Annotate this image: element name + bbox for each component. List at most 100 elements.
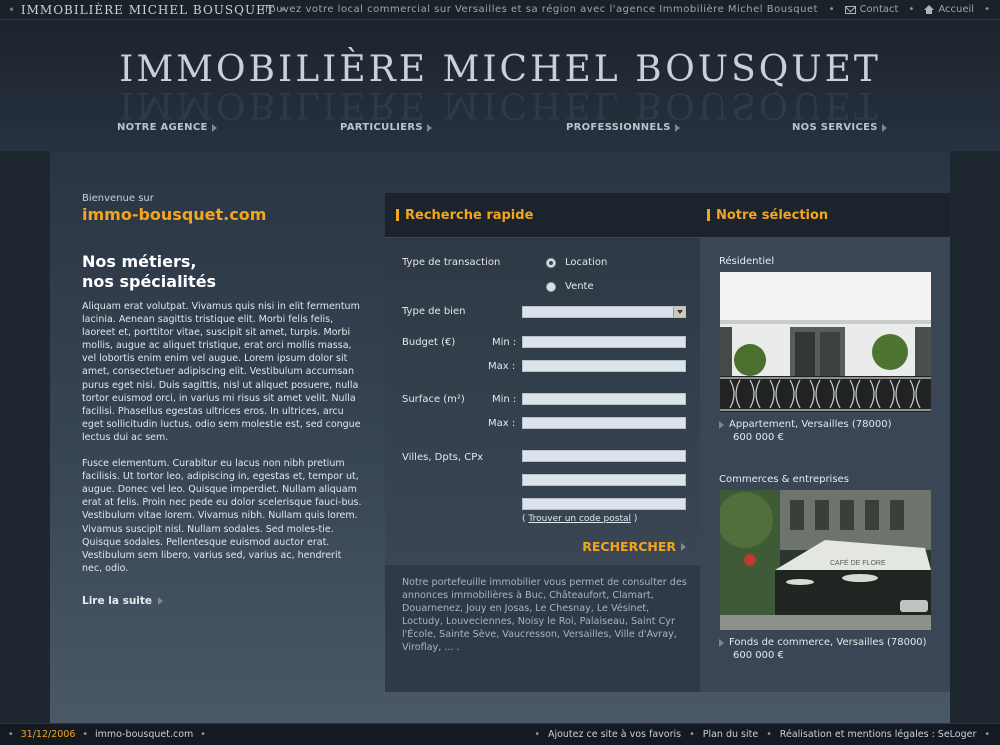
legal-link[interactable]: Réalisation et mentions légales : SeLoge… bbox=[780, 729, 977, 740]
nav-label: NOS SERVICES bbox=[792, 122, 878, 133]
mail-icon bbox=[844, 5, 856, 14]
surface-min-label: Min : bbox=[492, 394, 517, 405]
budget-label: Budget (€) bbox=[402, 337, 456, 348]
arrow-right-icon bbox=[681, 542, 686, 551]
radio-vente[interactable] bbox=[546, 282, 556, 292]
nav-label: PROFESSIONNELS bbox=[566, 122, 671, 133]
intro-paragraph-2: Fusce elementum. Curabitur eu lacus non … bbox=[82, 458, 362, 574]
residential-photo[interactable] bbox=[720, 272, 931, 412]
budget-min-input[interactable] bbox=[522, 336, 686, 348]
portfolio-text: Notre portefeuille immobilier vous perme… bbox=[402, 577, 687, 653]
category-commerces: Commerces & entreprises bbox=[719, 474, 849, 485]
footer-site[interactable]: immo-bousquet.com bbox=[95, 729, 193, 740]
nav-label: PARTICULIERS bbox=[340, 122, 423, 133]
chevron-down-icon bbox=[673, 307, 685, 317]
bullet-icon: • bbox=[766, 729, 772, 740]
property-price: 600 000 € bbox=[733, 432, 784, 443]
bullet-icon: • bbox=[984, 4, 990, 15]
paren-close: ) bbox=[633, 514, 638, 524]
intro-paragraph-1: Aliquam erat volutpat. Vivamus quis nisi… bbox=[82, 301, 361, 443]
nav-label: NOTRE AGENCE bbox=[117, 122, 208, 133]
surface-max-input[interactable] bbox=[522, 417, 686, 429]
budget-max-input[interactable] bbox=[522, 360, 686, 372]
cafe-sign-text: CAFÉ DE FLORE bbox=[830, 558, 886, 567]
search-button-label: RECHERCHER bbox=[582, 539, 676, 554]
selection-title: Notre sélection bbox=[716, 207, 829, 223]
building-facade-image bbox=[720, 272, 931, 412]
property-link[interactable]: Fonds de commerce, Versailles (78000) bbox=[719, 636, 927, 649]
property-desc: Appartement, Versailles (78000) bbox=[729, 419, 892, 430]
read-more-link[interactable]: Lire la suite bbox=[82, 595, 362, 607]
home-icon bbox=[924, 5, 935, 14]
nav-notre-agence[interactable]: NOTRE AGENCE bbox=[117, 122, 217, 133]
arrow-right-icon bbox=[211, 123, 217, 132]
favorites-link[interactable]: Ajoutez ce site à vos favoris bbox=[548, 729, 681, 740]
sitemap-link[interactable]: Plan du site bbox=[703, 729, 758, 740]
nav-particuliers[interactable]: PARTICULIERS bbox=[340, 122, 432, 133]
logo-reflection: IMMOBILIÈRE MICHEL BOUSQUET bbox=[119, 91, 881, 125]
accent-bar bbox=[707, 209, 710, 221]
site-name: immo-bousquet.com bbox=[82, 205, 267, 224]
nav-professionnels[interactable]: PROFESSIONNELS bbox=[566, 122, 680, 133]
bullet-icon: • bbox=[8, 729, 14, 740]
contact-label: Contact bbox=[859, 4, 899, 15]
accent-bar bbox=[396, 209, 399, 221]
arrow-right-icon bbox=[719, 420, 724, 429]
postal-code-link-text[interactable]: Trouver un code postal bbox=[528, 514, 631, 524]
property-commerce[interactable]: Fonds de commerce, Versailles (78000) 60… bbox=[719, 636, 927, 662]
heading-line-2: nos spécialités bbox=[82, 272, 217, 291]
postal-code-link[interactable]: ( Trouver un code postal ) bbox=[522, 514, 637, 524]
heading-line-1: Nos métiers, bbox=[82, 252, 197, 271]
bien-select[interactable] bbox=[522, 306, 686, 318]
bullet-icon: • bbox=[828, 4, 835, 15]
radio-location[interactable] bbox=[546, 258, 556, 268]
bullet-icon: • bbox=[984, 729, 990, 740]
nav-nos-services[interactable]: NOS SERVICES bbox=[792, 122, 887, 133]
contact-link[interactable]: Contact bbox=[844, 4, 899, 15]
search-panel-header: Recherche rapide bbox=[385, 193, 700, 238]
bullet-icon: • bbox=[82, 729, 88, 740]
top-brand[interactable]: • IMMOBILIÈRE MICHEL BOUSQUET • bbox=[8, 3, 288, 17]
top-brand-text: IMMOBILIÈRE MICHEL BOUSQUET bbox=[20, 3, 275, 17]
commerce-photo[interactable]: CAFÉ DE FLORE bbox=[720, 490, 931, 630]
surface-max-label: Max : bbox=[488, 418, 516, 429]
selection-panel: Notre sélection Résidentiel Appartement,… bbox=[700, 193, 950, 692]
property-link[interactable]: Appartement, Versailles (78000) bbox=[719, 418, 892, 431]
ville-input-2[interactable] bbox=[522, 474, 686, 486]
footer: • 31/12/2006 • immo-bousquet.com • • Ajo… bbox=[0, 723, 1000, 745]
home-link[interactable]: Accueil bbox=[924, 4, 974, 15]
top-links: • Contact • Accueil • bbox=[829, 4, 990, 15]
ville-input-1[interactable] bbox=[522, 450, 686, 462]
property-desc: Fonds de commerce, Versailles (78000) bbox=[729, 637, 927, 648]
site-logo[interactable]: IMMOBILIÈRE MICHEL BOUSQUET bbox=[0, 49, 1000, 90]
read-more-label: Lire la suite bbox=[82, 594, 153, 607]
main-nav: NOTRE AGENCE PARTICULIERS PROFESSIONNELS… bbox=[0, 122, 1000, 136]
paren-open: ( bbox=[522, 514, 526, 524]
radio-vente-label[interactable]: Vente bbox=[565, 281, 594, 292]
bullet-icon: • bbox=[908, 4, 915, 15]
surface-min-input[interactable] bbox=[522, 393, 686, 405]
search-form: Type de transaction Location Vente Type … bbox=[385, 238, 700, 565]
arrow-right-icon bbox=[674, 123, 680, 132]
category-residentiel: Résidentiel bbox=[719, 256, 775, 267]
radio-location-label[interactable]: Location bbox=[565, 257, 607, 268]
property-price: 600 000 € bbox=[733, 650, 784, 661]
transaction-label: Type de transaction bbox=[402, 257, 501, 268]
tagline: Trouvez votre local commercial sur Versa… bbox=[260, 4, 819, 15]
top-bar: • IMMOBILIÈRE MICHEL BOUSQUET • Trouvez … bbox=[0, 0, 1000, 20]
property-residentiel[interactable]: Appartement, Versailles (78000) 600 000 … bbox=[719, 418, 892, 444]
search-button[interactable]: RECHERCHER bbox=[582, 539, 686, 554]
arrow-right-icon bbox=[881, 123, 887, 132]
budget-min-label: Min : bbox=[492, 337, 517, 348]
arrow-right-icon bbox=[426, 123, 432, 132]
footer-right: • Ajoutez ce site à vos favoris • Plan d… bbox=[534, 729, 990, 740]
cafe-terrace-image: CAFÉ DE FLORE bbox=[720, 490, 931, 630]
bien-label: Type de bien bbox=[402, 306, 466, 317]
quick-search-panel: Recherche rapide Type de transaction Loc… bbox=[385, 193, 700, 692]
footer-date: 31/12/2006 bbox=[20, 729, 76, 740]
header: IMMOBILIÈRE MICHEL BOUSQUET IMMOBILIÈRE … bbox=[0, 21, 1000, 151]
ville-input-3[interactable] bbox=[522, 498, 686, 510]
selection-panel-header: Notre sélection bbox=[700, 193, 950, 238]
bullet-icon: • bbox=[689, 729, 695, 740]
budget-max-label: Max : bbox=[488, 361, 516, 372]
